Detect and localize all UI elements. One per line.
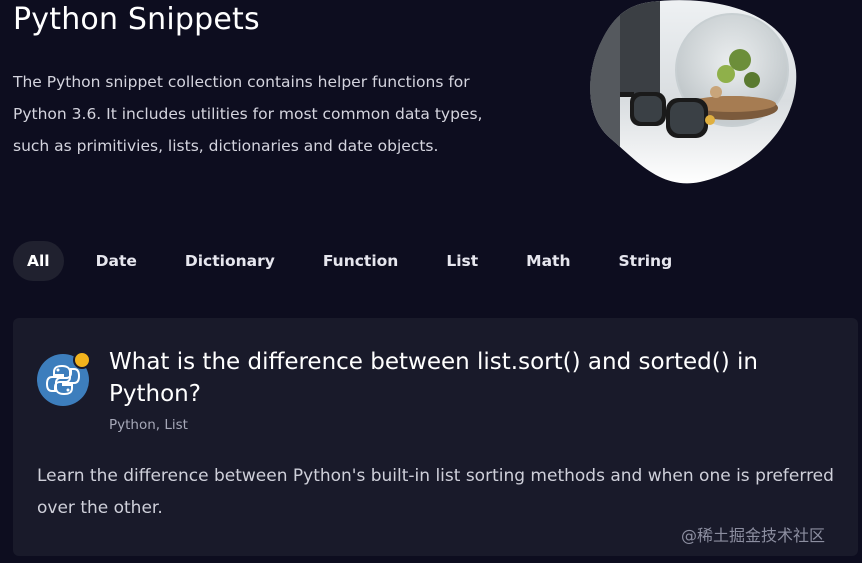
tab-math[interactable]: Math <box>510 241 586 281</box>
tab-string[interactable]: String <box>603 241 689 281</box>
tab-dictionary[interactable]: Dictionary <box>169 241 291 281</box>
category-tabs: All Date Dictionary Function List Math S… <box>13 241 704 281</box>
tab-date[interactable]: Date <box>80 241 153 281</box>
card-description: Learn the difference between Python's bu… <box>37 466 834 518</box>
card-title[interactable]: What is the difference between list.sort… <box>109 346 809 410</box>
tab-list[interactable]: List <box>430 241 494 281</box>
page-description: The Python snippet collection contains h… <box>13 73 483 155</box>
card-tags: Python, List <box>109 417 188 433</box>
page-title: Python Snippets <box>13 2 260 37</box>
snippet-card[interactable]: What is the difference between list.sort… <box>13 318 858 556</box>
hero-image <box>590 0 797 184</box>
new-indicator-badge <box>73 351 91 369</box>
tab-function[interactable]: Function <box>307 241 414 281</box>
tab-all[interactable]: All <box>13 241 64 281</box>
watermark: @稀土掘金技术社区 <box>681 526 826 545</box>
